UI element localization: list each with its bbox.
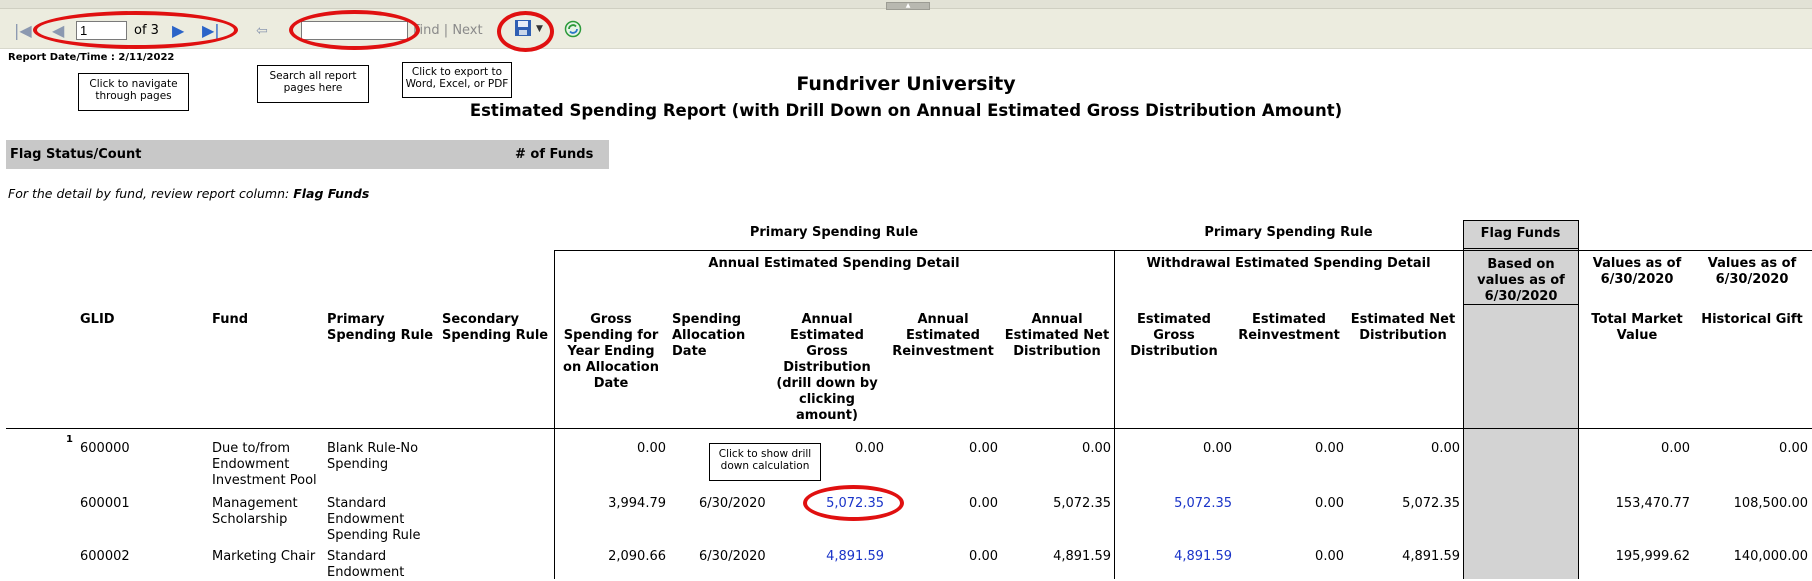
row-est-net: 5,072.35 [1402,496,1460,511]
search-highlight-oval [289,10,420,50]
column-divider [1114,250,1115,579]
row-est-reinvestment: 0.00 [1315,496,1344,511]
row-annual-reinvestment: 0.00 [969,549,998,564]
row-annual-gross-link[interactable]: 4,891.59 [770,549,884,564]
col-annual-reinvestment: Annual Estimated Reinvestment [892,312,994,359]
next-link[interactable]: Next [452,23,482,38]
primary-spending-rule-header-1: Primary Spending Rule [749,225,919,240]
group-number: 1 [66,434,73,445]
header-rule [1463,220,1579,221]
row-glid: 600002 [80,549,130,564]
col-allocation-date: Spending Allocation Date [672,312,746,359]
navigation-highlight-oval [33,11,238,49]
row-est-gross-link[interactable]: 5,072.35 [1116,496,1232,511]
row-primary-rule: Standard Endowment [327,549,405,580]
header-rule [1463,248,1579,249]
row-annual-reinvestment: 0.00 [969,441,998,456]
primary-spending-rule-header-2: Primary Spending Rule [1204,225,1373,240]
withdrawal-detail-header: Withdrawal Estimated Spending Detail [1146,256,1431,271]
col-est-gross: Estimated Gross Distribution [1130,312,1218,359]
row-gross-spending: 0.00 [637,441,666,456]
note-text: For the detail by fund, review report co… [8,186,294,201]
col-total-market: Total Market Value [1591,312,1683,343]
refresh-icon[interactable] [564,20,582,38]
row-est-net: 0.00 [1431,441,1460,456]
col-annual-gross: Annual Estimated Gross Distribution (dri… [776,312,878,423]
row-gross-spending: 3,994.79 [608,496,666,511]
export-highlight-oval [497,11,554,52]
row-glid: 600001 [80,496,130,511]
row-est-net: 4,891.59 [1402,549,1460,564]
row-est-gross: 0.00 [1203,441,1232,456]
row-annual-reinvestment: 0.00 [969,496,998,511]
row-fund: Management Scholarship [212,496,298,527]
col-gross-spending: Gross Spending for Year Ending on Alloca… [563,312,659,391]
flag-status-bar: Flag Status/Count # of Funds [6,140,609,169]
col-annual-net: Annual Estimated Net Distribution [1004,312,1110,359]
back-icon[interactable]: ⇦ [256,23,268,39]
row-primary-rule: Blank Rule-No Spending [327,441,419,472]
row-total-market: 195,999.62 [1615,549,1690,564]
row-est-reinvestment: 0.00 [1315,441,1344,456]
row-fund: Marketing Chair [212,549,316,564]
row-est-gross-link[interactable]: 4,891.59 [1116,549,1232,564]
row-historical-gift: 0.00 [1779,441,1808,456]
row-total-market: 153,470.77 [1615,496,1690,511]
report-title: Estimated Spending Report (with Drill Do… [469,101,1343,120]
funds-count-label: # of Funds [515,147,594,162]
col-secondary-rule: Secondary Spending Rule [442,312,549,343]
row-total-market: 0.00 [1661,441,1690,456]
col-primary-rule: Primary Spending Rule [327,312,434,343]
header-rule [554,250,1812,251]
drill-down-callout: Click to show drill down calculation [709,443,821,481]
col-est-net: Estimated Net Distribution [1350,312,1456,343]
column-divider [1463,221,1464,579]
detail-note: For the detail by fund, review report co… [8,186,369,201]
based-on-header: Based on values as of 6/30/2020 [1477,257,1565,304]
row-historical-gift: 140,000.00 [1733,549,1808,564]
row-annual-net: 4,891.59 [1053,549,1111,564]
values-as-of-header-1: Values as of 6/30/2020 [1592,256,1682,287]
collapse-toggle-icon[interactable]: ▲ [886,2,930,10]
row-glid: 600000 [80,441,130,456]
col-est-reinvestment: Estimated Reinvestment [1238,312,1340,343]
separator: | [443,23,449,38]
values-as-of-header-2: Values as of 6/30/2020 [1707,256,1797,287]
row-gross-spending: 2,090.66 [608,549,666,564]
find-next-links: Find | Next [413,23,483,38]
report-date: Report Date/Time : 2/11/2022 [8,52,175,63]
row-primary-rule: Standard Endowment Spending Rule [327,496,421,543]
col-fund: Fund [212,312,249,327]
row-annual-net: 5,072.35 [1053,496,1111,511]
row-fund: Due to/from Endowment Investment Pool [212,441,317,488]
col-glid: GLID [80,312,115,327]
flag-funds-header: Flag Funds [1480,226,1561,241]
row-allocation-date: 6/30/2020 [699,549,766,564]
first-page-icon[interactable]: |◀ [14,23,32,39]
row-est-reinvestment: 0.00 [1315,549,1344,564]
col-historical-gift: Historical Gift [1701,312,1803,327]
annual-detail-header: Annual Estimated Spending Detail [708,256,960,271]
row-historical-gift: 108,500.00 [1733,496,1808,511]
row-annual-net: 0.00 [1082,441,1111,456]
flag-status-label: Flag Status/Count [10,147,142,162]
note-flag-funds: Flag Funds [293,186,370,201]
column-divider [1578,221,1579,579]
row-allocation-date: 6/30/2020 [699,496,766,511]
header-bottom-rule [6,428,1812,429]
university-name: Fundriver University [796,73,1016,95]
column-divider [554,250,555,579]
